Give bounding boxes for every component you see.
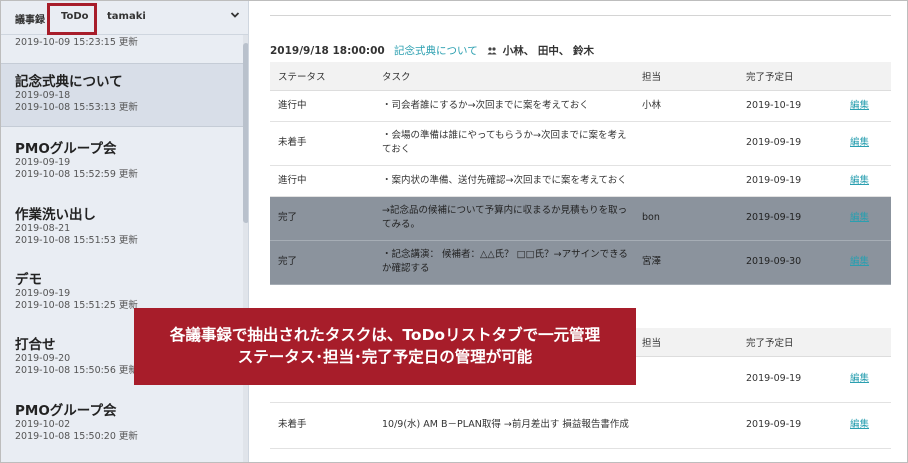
list-item-title: デモ	[15, 272, 42, 288]
cell-edit: 編集	[842, 165, 891, 197]
list-item[interactable]: 2019-10-09 15:23:15 更新	[1, 37, 243, 49]
cell-status: 完了	[270, 196, 374, 241]
cell-due: 2019-09-19	[738, 402, 842, 449]
cell-owner: 小林	[634, 90, 738, 122]
list-item-title: PMOグループ会	[15, 403, 117, 419]
header-owner: 担当	[634, 62, 738, 91]
cell-edit: 編集	[842, 196, 891, 241]
list-item-date: 2019-08-21	[15, 223, 71, 234]
cell-owner	[634, 402, 738, 449]
chevron-down-icon[interactable]	[230, 10, 240, 20]
list-item-updated: 2019-10-08 15:50:20 更新	[15, 431, 138, 442]
header-edit	[842, 328, 891, 357]
cell-due: 2019-10-19	[738, 90, 842, 122]
app-window: 議事録 ToDo tamaki 2019-10-09 15:23:15 更新 記…	[0, 0, 908, 463]
header-edit	[842, 62, 891, 91]
list-item-title: 記念式典について	[15, 74, 123, 90]
todo-main: 2019/9/18 18:00:00 記念式典について 小林、 田中、 鈴木 ス…	[250, 1, 907, 462]
tab-minutes[interactable]: 議事録	[15, 11, 45, 26]
edit-link[interactable]: 編集	[850, 175, 869, 186]
header-status: ステータス	[270, 62, 374, 91]
list-item-date: 2019-10-02	[15, 419, 71, 430]
cell-task: ・記念講演： 候補者：△△氏？ □□氏？→アサインできるか確認する	[374, 240, 634, 285]
list-item-updated: 2019-10-08 15:51:53 更新	[15, 235, 138, 246]
meeting-header: 2019/9/18 18:00:00 記念式典について 小林、 田中、 鈴木	[270, 43, 594, 58]
list-item-date: 2019-09-19	[15, 157, 71, 168]
table-row: 進行中 ・司会者誰にするか→次回までに案を考えておく 小林 2019-10-19…	[270, 90, 891, 122]
cell-task: ・案内状の準備、送付先確認→次回までに案を考えておく	[374, 165, 634, 197]
sidebar: 議事録 ToDo tamaki 2019-10-09 15:23:15 更新 記…	[1, 1, 249, 462]
list-item[interactable]: 作業洗い出し 2019-08-21 2019-10-08 15:51:53 更新	[1, 207, 243, 247]
table-header-row: ステータス タスク 担当 完了予定日	[270, 62, 891, 91]
table-row: 未着手 ・会場の準備は誰にやってもらうか→次回までに案を考えておく 2019-0…	[270, 121, 891, 166]
cell-due: 2019-09-19	[738, 121, 842, 166]
header-due: 完了予定日	[738, 328, 842, 357]
cell-status: 完了	[270, 240, 374, 285]
cell-owner: 宮澤	[634, 240, 738, 285]
edit-link[interactable]: 編集	[850, 373, 869, 384]
list-item-updated: 2019-10-08 15:53:13 更新	[15, 102, 138, 113]
cell-status: 未着手	[270, 121, 374, 166]
feature-callout: 各議事録で抽出されたタスクは、ToDoリストタブで一元管理 ステータス･担当･完…	[134, 308, 636, 385]
cell-due: 2019-09-19	[738, 165, 842, 197]
list-item[interactable]: デモ 2019-09-19 2019-10-08 15:51:25 更新	[1, 272, 243, 312]
cell-edit: 編集	[842, 90, 891, 122]
cell-task: →記念品の候補について予算内に収まるか見積もりを取ってみる。	[374, 196, 634, 241]
table-row: 完了 ・記念講演： 候補者：△△氏？ □□氏？→アサインできるか確認する 宮澤 …	[270, 240, 891, 285]
list-item[interactable]: 記念式典について 2019-09-18 2019-10-08 15:53:13 …	[1, 63, 243, 127]
list-item-updated: 2019-10-08 15:52:59 更新	[15, 169, 138, 180]
sidebar-scrollbar[interactable]	[243, 35, 248, 462]
header-due: 完了予定日	[738, 62, 842, 91]
cell-owner	[634, 165, 738, 197]
header-task: タスク	[374, 62, 634, 91]
callout-line-2: ステータス･担当･完了予定日の管理が可能	[237, 348, 533, 366]
cell-task: ・司会者誰にするか→次回までに案を考えておく	[374, 90, 634, 122]
cell-status: 進行中	[270, 90, 374, 122]
user-menu[interactable]: tamaki	[107, 11, 146, 22]
edit-link[interactable]: 編集	[850, 419, 869, 430]
edit-link[interactable]: 編集	[850, 137, 869, 148]
cell-task: 10/9(水) AM B－PLAN取得 →前月差出す 損益報告書作成	[374, 402, 634, 449]
cell-edit: 編集	[842, 356, 891, 403]
edit-link[interactable]: 編集	[850, 100, 869, 111]
list-item-date: 2019-09-18	[15, 90, 71, 101]
edit-link[interactable]: 編集	[850, 212, 869, 223]
edit-link[interactable]: 編集	[850, 256, 869, 267]
cell-due: 2019-09-19	[738, 196, 842, 241]
sidebar-tabs: 議事録 ToDo tamaki	[1, 1, 248, 35]
table-row: 進行中 ・案内状の準備、送付先確認→次回までに案を考えておく 2019-09-1…	[270, 165, 891, 197]
cell-owner	[634, 121, 738, 166]
sidebar-scrollbar-thumb[interactable]	[243, 43, 248, 223]
meeting-datetime: 2019/9/18 18:00:00	[270, 45, 385, 57]
todo-table: ステータス タスク 担当 完了予定日 進行中 ・司会者誰にするか→次回までに案を…	[270, 62, 891, 285]
cell-edit: 編集	[842, 121, 891, 166]
cell-edit: 編集	[842, 240, 891, 285]
cell-task: ・会場の準備は誰にやってもらうか→次回までに案を考えておく	[374, 121, 634, 166]
list-item[interactable]: PMOグループ会 2019-09-19 2019-10-08 15:52:59 …	[1, 141, 243, 181]
header-owner: 担当	[634, 328, 738, 357]
todo-tab-highlight	[47, 3, 97, 35]
list-item-title: PMOグループ会	[15, 141, 117, 157]
cell-due: 2019-09-30	[738, 240, 842, 285]
cell-due: 2019-09-19	[738, 356, 842, 403]
attendee-names: 小林、 田中、 鈴木	[502, 45, 595, 57]
callout-line-1: 各議事録で抽出されたタスクは、ToDoリストタブで一元管理	[169, 326, 601, 344]
table-row: 未着手 10/9(水) AM B－PLAN取得 →前月差出す 損益報告書作成 2…	[270, 402, 891, 449]
meeting-attendees: 小林、 田中、 鈴木	[487, 45, 594, 57]
meeting-title-link[interactable]: 記念式典について	[394, 45, 478, 57]
divider	[270, 15, 891, 16]
table-row: 完了 →記念品の候補について予算内に収まるか見積もりを取ってみる。 bon 20…	[270, 196, 891, 241]
cell-owner	[634, 356, 738, 403]
cell-status: 未着手	[270, 402, 374, 449]
list-item-date: 2019-09-19	[15, 288, 71, 299]
cell-edit: 編集	[842, 402, 891, 449]
list-item[interactable]: PMOグループ会 2019-10-02 2019-10-08 15:50:20 …	[1, 403, 243, 443]
list-item-updated: 2019-10-09 15:23:15 更新	[15, 37, 138, 48]
people-icon	[487, 47, 497, 55]
cell-status: 進行中	[270, 165, 374, 197]
cell-owner: bon	[634, 196, 738, 241]
list-item-title: 作業洗い出し	[15, 207, 96, 223]
